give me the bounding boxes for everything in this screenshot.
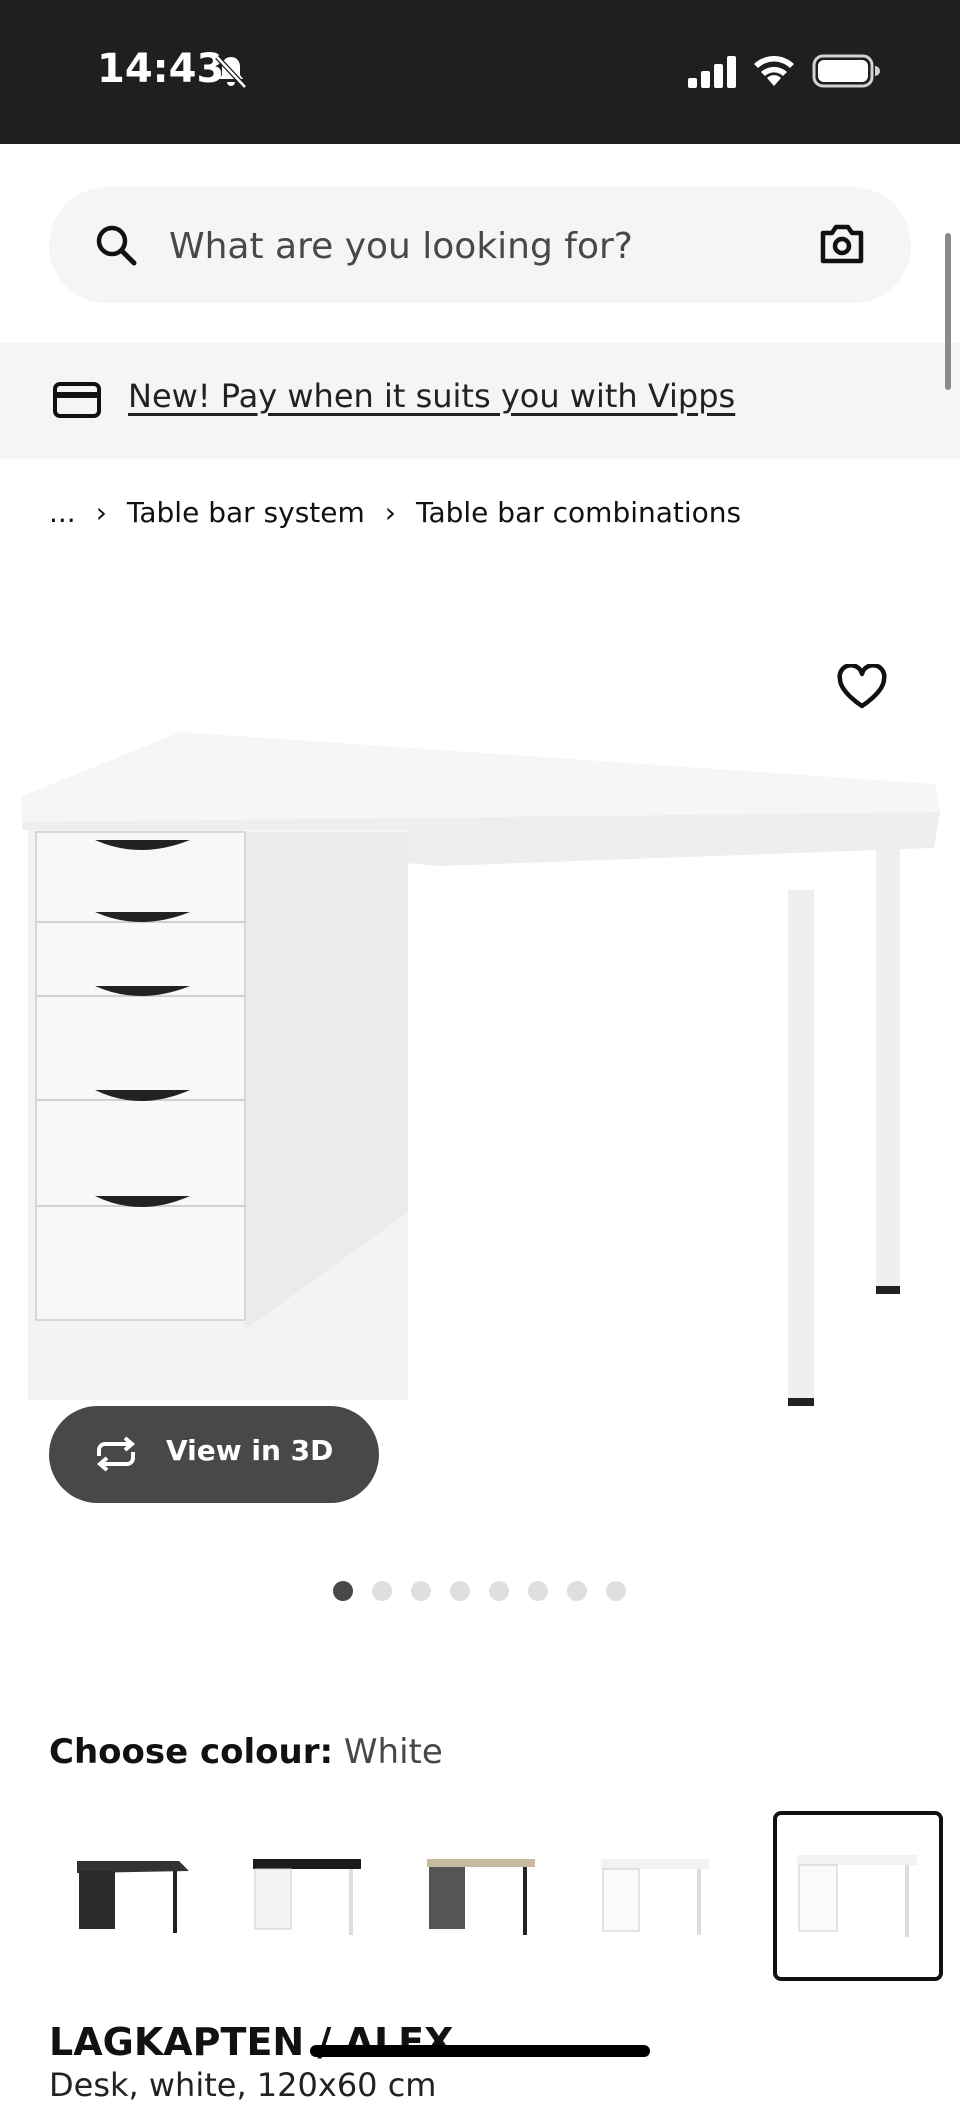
swatch-thumbnail <box>797 1855 917 1937</box>
cellular-signal-icon <box>688 56 736 88</box>
swatch-thumbnail <box>601 1859 709 1935</box>
promo-banner[interactable]: New! Pay when it suits you with Vipps <box>0 343 960 459</box>
scrollbar-thumb[interactable] <box>945 233 951 390</box>
swatch-thumbnail <box>253 1859 361 1935</box>
carousel-dot[interactable] <box>528 1581 548 1601</box>
breadcrumb-item-table-bar-system[interactable]: Table bar system <box>127 496 365 529</box>
view-in-3d-button[interactable]: View in 3D <box>49 1406 379 1503</box>
status-time: 14:43 <box>97 46 225 92</box>
swatch-thumbnail <box>427 1859 535 1935</box>
carousel-dot[interactable] <box>450 1581 470 1601</box>
colour-swatch[interactable] <box>49 1811 207 1969</box>
heart-icon[interactable] <box>836 664 888 710</box>
search-icon <box>96 225 137 266</box>
colour-label: Choose colour: White <box>49 1732 443 1772</box>
credit-card-icon <box>53 382 101 418</box>
home-indicator[interactable] <box>310 2045 650 2057</box>
carousel-dot[interactable] <box>372 1581 392 1601</box>
product-description: Desk, white, 120x60 cm <box>49 2066 437 2104</box>
swatch-thumbnail <box>77 1861 189 1933</box>
image-carousel-dots <box>333 1581 626 1601</box>
chevron-right-icon: › <box>384 495 396 529</box>
carousel-dot[interactable] <box>411 1581 431 1601</box>
colour-swatch[interactable] <box>223 1811 381 1969</box>
chevron-right-icon: › <box>95 495 107 529</box>
colour-selected-value: White <box>343 1732 443 1772</box>
search-input[interactable] <box>167 215 771 277</box>
battery-icon <box>812 54 880 88</box>
bell-slash-icon <box>215 55 247 89</box>
carousel-dot-active[interactable] <box>333 1581 353 1601</box>
rotate-3d-icon <box>96 1436 136 1472</box>
product-name: LAGKAPTEN / ALEX <box>49 2020 454 2064</box>
status-bar: 14:43 <box>0 0 960 144</box>
colour-swatch[interactable] <box>571 1811 729 1969</box>
view-in-3d-label: View in 3D <box>166 1434 334 1467</box>
colour-swatch-selected[interactable] <box>773 1811 943 1981</box>
breadcrumb-item-table-bar-combinations[interactable]: Table bar combinations <box>416 496 741 529</box>
breadcrumb-item-ellipsis[interactable]: ... <box>49 496 76 529</box>
carousel-dot[interactable] <box>567 1581 587 1601</box>
wifi-icon <box>754 56 794 86</box>
breadcrumb: ... › Table bar system › Table bar combi… <box>49 490 741 534</box>
carousel-dot[interactable] <box>606 1581 626 1601</box>
search-bar[interactable] <box>49 187 911 303</box>
camera-icon[interactable] <box>819 223 865 265</box>
promo-link[interactable]: New! Pay when it suits you with Vipps <box>128 377 735 415</box>
product-image[interactable] <box>0 600 960 1440</box>
colour-label-title: Choose colour: <box>49 1732 334 1772</box>
carousel-dot[interactable] <box>489 1581 509 1601</box>
colour-swatch[interactable] <box>397 1811 555 1969</box>
